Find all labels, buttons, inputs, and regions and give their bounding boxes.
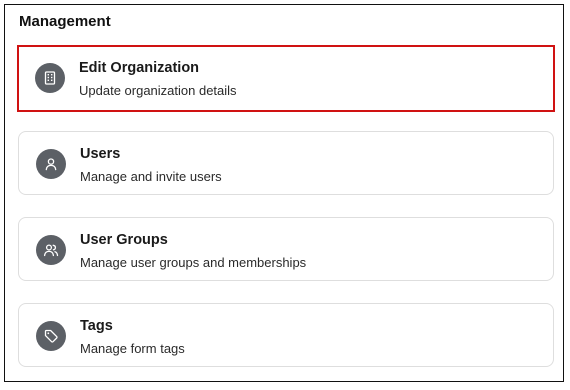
card-title: Edit Organization — [79, 60, 200, 76]
tag-icon — [36, 321, 66, 351]
card-description: Update organization details — [79, 83, 237, 98]
card-title: Tags — [80, 318, 113, 334]
users-card[interactable]: Users Manage and invite users — [18, 131, 554, 195]
building-icon — [35, 63, 65, 93]
card-description: Manage user groups and memberships — [80, 255, 307, 270]
edit-organization-card[interactable]: Edit Organization Update organization de… — [17, 45, 555, 112]
card-title: User Groups — [80, 232, 168, 248]
user-groups-card[interactable]: User Groups Manage user groups and membe… — [18, 217, 554, 281]
user-icon — [36, 149, 66, 179]
management-panel: Management Edit Organization Update orga… — [4, 4, 564, 382]
card-title: Users — [80, 146, 121, 162]
card-description: Manage and invite users — [80, 169, 222, 184]
users-icon — [36, 235, 66, 265]
tags-card[interactable]: Tags Manage form tags — [18, 303, 554, 367]
section-title: Management — [19, 13, 111, 30]
card-description: Manage form tags — [80, 341, 185, 356]
